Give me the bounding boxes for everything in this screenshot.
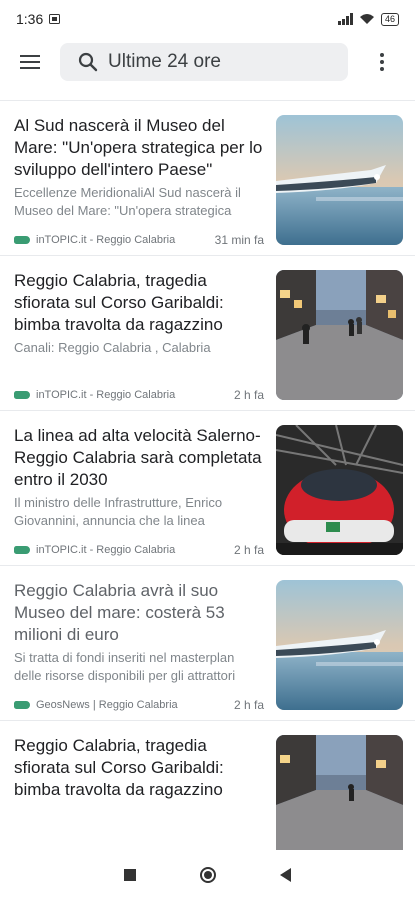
app-bar: Ultime 24 ore (0, 38, 415, 86)
source-tag-icon (14, 236, 30, 244)
article-title[interactable]: La linea ad alta velocità Salerno-Reggio… (14, 425, 264, 491)
article-meta: inTOPIC.it - Reggio Calabria 31 min fa (14, 233, 264, 247)
article-card[interactable]: Reggio Calabria, tragedia sfiorata sul C… (0, 256, 415, 411)
article-snippet: Canali: Reggio Calabria , Calabria (14, 340, 211, 355)
back-triangle-icon[interactable] (280, 868, 291, 882)
article-source[interactable]: inTOPIC.it - Reggio Calabria (36, 389, 234, 401)
source-tag-icon (14, 391, 30, 399)
search-query: Ultime 24 ore (108, 51, 221, 72)
article-snippet: Si tratta di fondi inseriti nel masterpl… (14, 650, 236, 683)
hamburger-menu-icon (20, 55, 40, 69)
article-thumbnail[interactable] (276, 270, 403, 400)
article-card[interactable]: Al Sud nascerà il Museo del Mare: "Un'op… (0, 101, 415, 256)
article-meta: GeosNews | Reggio Calabria 2 h fa (14, 698, 264, 712)
article-source[interactable]: inTOPIC.it - Reggio Calabria (36, 234, 215, 246)
battery-level: 46 (384, 14, 395, 24)
article-title[interactable]: Al Sud nascerà il Museo del Mare: "Un'op… (14, 115, 264, 181)
square-icon[interactable] (124, 869, 136, 881)
article-thumbnail[interactable] (276, 580, 403, 710)
system-navigation-bar (0, 850, 415, 900)
sim-card-icon (49, 14, 61, 24)
article-snippet: Il ministro delle Infrastrutture, Enrico… (14, 495, 223, 528)
article-meta: inTOPIC.it - Reggio Calabria 2 h fa (14, 543, 264, 557)
article-title[interactable]: Reggio Calabria, tragedia sfiorata sul C… (14, 735, 264, 801)
article-time: 2 h fa (233, 543, 264, 557)
source-tag-icon (14, 701, 30, 709)
article-source[interactable]: inTOPIC.it - Reggio Calabria (36, 544, 234, 556)
article-time: 2 h fa (233, 388, 264, 402)
status-time: 1:36 (16, 11, 44, 27)
article-source[interactable]: GeosNews | Reggio Calabria (36, 699, 234, 711)
news-feed[interactable]: Al Sud nascerà il Museo del Mare: "Un'op… (0, 100, 415, 850)
article-thumbnail[interactable] (276, 735, 403, 850)
article-thumbnail[interactable] (276, 425, 403, 555)
menu-button[interactable] (0, 38, 60, 86)
more-options-button[interactable] (348, 38, 415, 86)
article-title[interactable]: Reggio Calabria, tragedia sfiorata sul C… (14, 270, 264, 336)
wifi-icon (359, 14, 374, 24)
article-meta: inTOPIC.it - Reggio Calabria 2 h fa (14, 388, 264, 402)
article-time: 2 h fa (233, 698, 264, 712)
article-thumbnail[interactable] (276, 115, 403, 245)
search-bar[interactable]: Ultime 24 ore (60, 43, 348, 81)
article-card[interactable]: Reggio Calabria avrà il suo Museo del ma… (0, 566, 415, 721)
home-circle-icon[interactable] (200, 867, 216, 883)
article-title[interactable]: Reggio Calabria avrà il suo Museo del ma… (14, 580, 264, 646)
search-icon (78, 52, 98, 72)
article-card[interactable]: La linea ad alta velocità Salerno-Reggio… (0, 411, 415, 566)
source-tag-icon (14, 546, 30, 554)
article-snippet: Eccellenze MeridionaliAl Sud nascerà il … (14, 185, 241, 218)
status-bar: 1:36 46 (0, 0, 415, 38)
battery-icon: 46 (380, 12, 399, 26)
more-vert-icon (379, 53, 384, 71)
article-card[interactable]: Reggio Calabria, tragedia sfiorata sul C… (0, 721, 415, 850)
signal-icon (337, 13, 353, 25)
article-time: 31 min fa (214, 233, 264, 247)
